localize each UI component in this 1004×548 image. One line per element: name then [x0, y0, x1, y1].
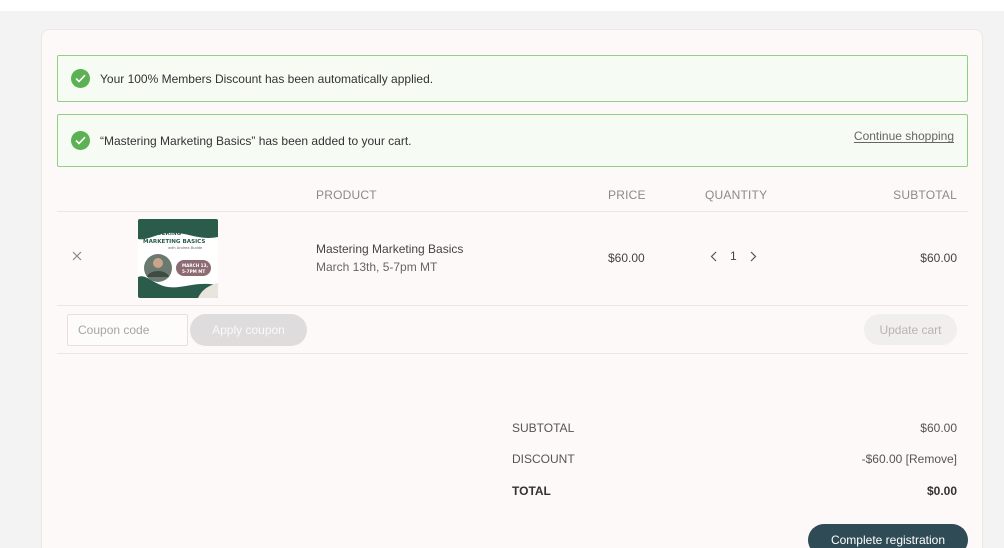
continue-shopping-link[interactable]: Continue shopping	[854, 129, 954, 143]
product-thumbnail[interactable]: MASTERING MARKETING BASICS with Andrea B…	[138, 219, 218, 298]
apply-coupon-button[interactable]: Apply coupon	[190, 314, 307, 346]
header-subtotal: SUBTOTAL	[893, 188, 957, 202]
item-price: $60.00	[608, 251, 645, 265]
decrease-quantity-icon[interactable]	[708, 249, 718, 263]
header-quantity: QUANTITY	[705, 188, 768, 202]
thumb-badge-line2: 5-7PM MT	[182, 269, 205, 274]
quantity-stepper: 1	[708, 249, 759, 263]
added-notice-text: “Mastering Marketing Basics” has been ad…	[100, 133, 412, 148]
item-subtotal: $60.00	[920, 251, 957, 265]
cart-card: Your 100% Members Discount has been auto…	[41, 29, 983, 548]
divider	[57, 211, 968, 212]
update-cart-button[interactable]: Update cart	[864, 314, 957, 345]
top-bar	[0, 0, 1004, 11]
checkmark-icon	[71, 131, 90, 150]
quantity-value[interactable]: 1	[730, 249, 737, 263]
thumb-byline: with Andrea Budde	[168, 246, 203, 250]
product-date: March 13th, 5-7pm MT	[316, 260, 438, 274]
totals-total-label: TOTAL	[512, 484, 551, 498]
header-price: PRICE	[608, 188, 646, 202]
totals-discount-label: DISCOUNT	[512, 452, 575, 466]
complete-registration-button[interactable]: Complete registration	[808, 524, 968, 548]
thumb-title-line2: MARKETING BASICS	[143, 239, 205, 245]
thumb-title-line1: MASTERING	[144, 231, 182, 237]
discount-notice-text: Your 100% Members Discount has been auto…	[100, 71, 434, 86]
discount-notice: Your 100% Members Discount has been auto…	[57, 55, 968, 102]
increase-quantity-icon[interactable]	[749, 249, 759, 263]
coupon-code-input[interactable]	[67, 314, 188, 346]
totals-subtotal-label: SUBTOTAL	[512, 421, 575, 435]
header-product: PRODUCT	[316, 188, 377, 202]
divider	[57, 353, 968, 354]
checkmark-icon	[71, 69, 90, 88]
remove-item-icon[interactable]	[70, 249, 84, 263]
product-name[interactable]: Mastering Marketing Basics	[316, 242, 463, 256]
added-to-cart-notice: “Mastering Marketing Basics” has been ad…	[57, 114, 968, 167]
totals-discount-value[interactable]: -$60.00 [Remove]	[862, 452, 957, 466]
totals-subtotal-value: $60.00	[920, 421, 957, 435]
divider	[57, 305, 968, 306]
thumb-badge-line1: MARCH 13,	[182, 263, 208, 268]
totals-total-value: $0.00	[926, 484, 957, 498]
